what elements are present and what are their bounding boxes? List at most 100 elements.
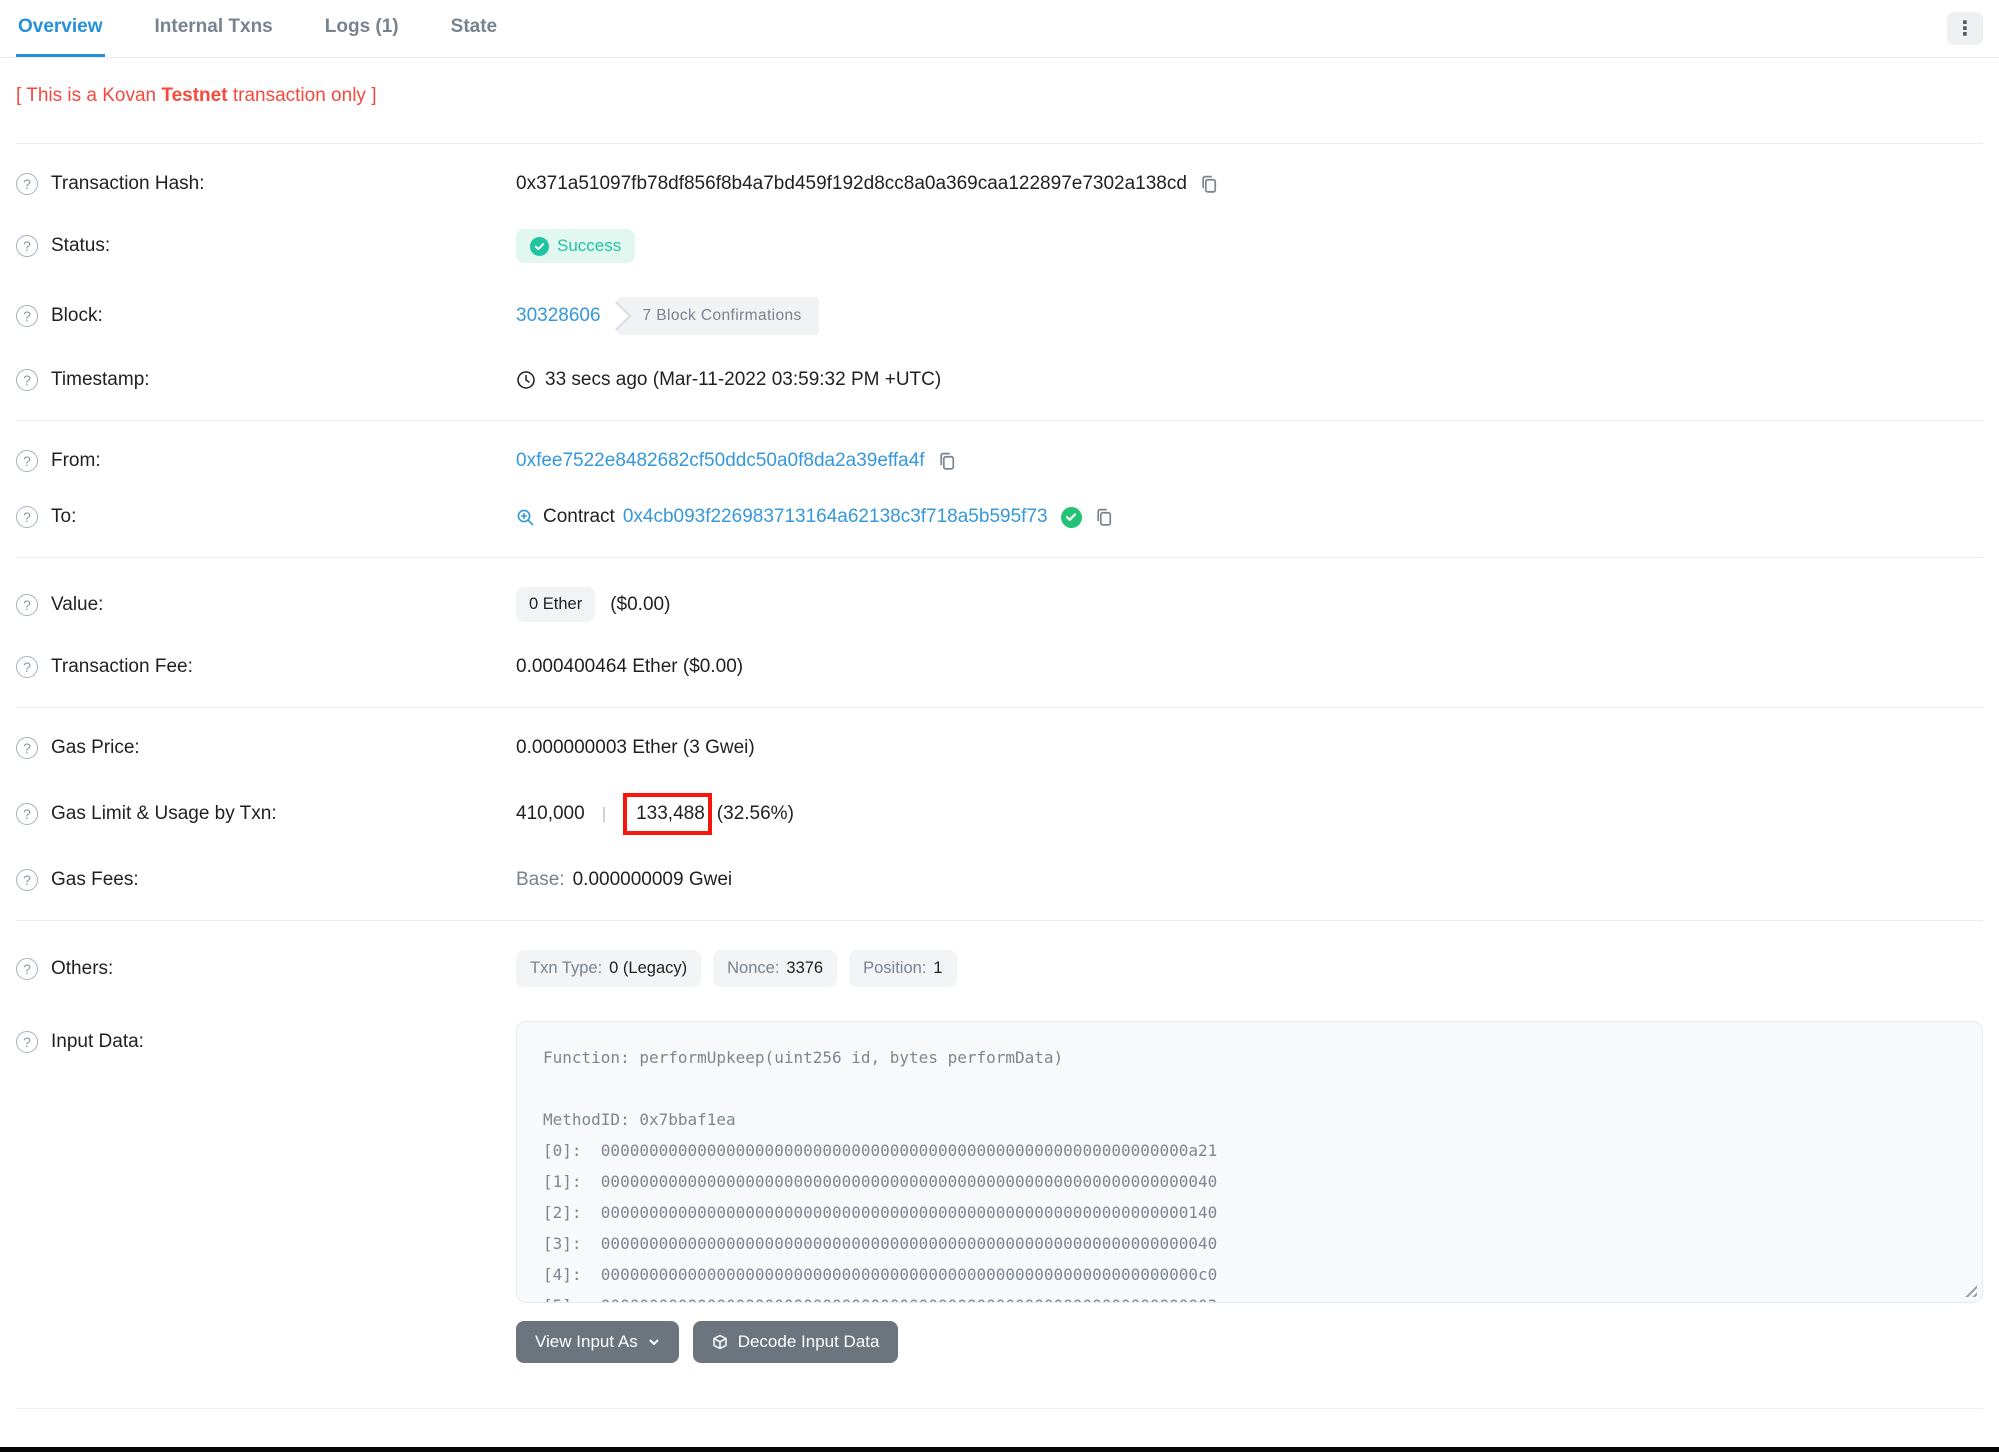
tab-overview[interactable]: Overview (16, 0, 105, 57)
input-data-buttons: View Input As Decode Input Data (516, 1321, 1983, 1363)
resize-handle[interactable] (1962, 1282, 1977, 1297)
notice-suffix: transaction only ] (227, 85, 377, 106)
to-label: To: (51, 506, 77, 527)
value-label: Value: (51, 593, 104, 615)
row-input-data: ? Input Data: Function: performUpkeep(ui… (16, 1004, 1983, 1380)
timestamp-value: 33 secs ago (Mar-11-2022 03:59:32 PM +UT… (545, 369, 942, 390)
row-label: ? Gas Price: (16, 737, 516, 759)
help-icon[interactable]: ? (16, 173, 38, 195)
value-usd: ($0.00) (610, 593, 671, 615)
help-icon[interactable]: ? (16, 803, 38, 825)
position-value: 1 (933, 959, 943, 977)
help-icon[interactable]: ? (16, 957, 38, 980)
help-icon[interactable]: ? (16, 450, 38, 472)
view-input-as-button[interactable]: View Input As (516, 1321, 679, 1363)
row-label: ? Gas Limit & Usage by Txn: (16, 803, 516, 825)
transaction-hash-label: Transaction Hash: (51, 173, 205, 194)
tab-bar: Overview Internal Txns Logs (1) State ⋮ (0, 0, 1999, 58)
row-label: ? Gas Fees: (16, 869, 516, 891)
clock-icon (516, 370, 536, 390)
tab-internal-txns[interactable]: Internal Txns (153, 0, 275, 57)
block-label: Block: (51, 305, 103, 326)
section-others-input: ? Others: Txn Type: 0 (Legacy) Nonce: 33… (16, 920, 1983, 1409)
transaction-fee-label: Transaction Fee: (51, 656, 193, 677)
block-confirmations-badge: 7 Block Confirmations (616, 297, 819, 335)
transaction-hash-value: 0x371a51097fb78df856f8b4a7bd459f192d8cc8… (516, 173, 1187, 194)
copy-icon[interactable] (937, 451, 958, 472)
help-icon[interactable]: ? (16, 506, 38, 528)
row-label: ? Block: (16, 305, 516, 327)
nonce-value: 3376 (786, 959, 824, 977)
from-address-link[interactable]: 0xfee7522e8482682cf50ddc50a0f8da2a39effa… (516, 450, 925, 472)
row-label: ? To: (16, 506, 516, 528)
verified-check-icon (1060, 506, 1082, 528)
section-value: ? Value: 0 Ether ($0.00) ? Transaction F… (16, 557, 1983, 707)
gas-limit-usage-label: Gas Limit & Usage by Txn: (51, 803, 277, 824)
more-options-button[interactable]: ⋮ (1947, 12, 1983, 45)
to-address-link[interactable]: 0x4cb093f226983713164a62138c3f718a5b595f… (623, 506, 1048, 528)
value-badge: 0 Ether (516, 587, 596, 622)
testnet-notice: [ This is a Kovan Testnet transaction on… (16, 85, 1983, 107)
decode-input-data-button[interactable]: Decode Input Data (692, 1321, 899, 1363)
row-label: ? Status: (16, 235, 516, 257)
decode-input-data-label: Decode Input Data (737, 1332, 880, 1351)
input-data-text: Function: performUpkeep(uint256 id, byte… (543, 1048, 1218, 1302)
row-value: ? Value: 0 Ether ($0.00) (16, 570, 1983, 639)
help-icon[interactable]: ? (16, 869, 38, 891)
nonce-name: Nonce: (727, 959, 780, 977)
position-badge: Position: 1 (849, 950, 957, 987)
section-addresses: ? From: 0xfee7522e8482682cf50ddc50a0f8da… (16, 420, 1983, 557)
window-bottom-edge (0, 1447, 1999, 1452)
zoom-in-icon[interactable] (516, 508, 535, 527)
txn-type-badge: Txn Type: 0 (Legacy) (516, 950, 702, 987)
copy-icon[interactable] (1199, 174, 1220, 195)
chevron-down-icon (648, 1336, 660, 1348)
block-number-link[interactable]: 30328606 (516, 305, 601, 327)
row-label: ? Input Data: (16, 1021, 516, 1053)
input-data-label: Input Data: (51, 1031, 144, 1052)
row-label: ? Transaction Hash: (16, 173, 516, 195)
row-status: ? Status: Success (16, 212, 1983, 280)
row-label: ? From: (16, 450, 516, 472)
cube-icon (712, 1334, 728, 1350)
to-contract-prefix: Contract (543, 506, 615, 527)
copy-icon[interactable] (1094, 507, 1115, 528)
help-icon[interactable]: ? (16, 1031, 38, 1053)
help-icon[interactable]: ? (16, 737, 38, 759)
tab-state[interactable]: State (449, 0, 499, 57)
help-icon[interactable]: ? (16, 656, 38, 678)
tab-label: State (450, 16, 498, 37)
nonce-badge: Nonce: 3376 (713, 950, 838, 987)
gas-used-percent: (32.56%) (716, 803, 794, 824)
status-badge: Success (516, 229, 636, 263)
gas-used-value: 133,488 (636, 803, 705, 824)
row-others: ? Others: Txn Type: 0 (Legacy) Nonce: 33… (16, 933, 1983, 1004)
help-icon[interactable]: ? (16, 369, 38, 391)
txn-type-name: Txn Type: (530, 959, 603, 977)
help-icon[interactable]: ? (16, 305, 38, 327)
row-label: ? Others: (16, 957, 516, 980)
others-label: Others: (51, 957, 114, 979)
from-label: From: (51, 450, 101, 471)
row-transaction-fee: ? Transaction Fee: 0.000400464 Ether ($0… (16, 639, 1983, 695)
help-icon[interactable]: ? (16, 593, 38, 616)
tab-logs[interactable]: Logs (1) (323, 0, 401, 57)
view-input-as-label: View Input As (535, 1332, 638, 1351)
input-data-textarea[interactable]: Function: performUpkeep(uint256 id, byte… (516, 1021, 1983, 1303)
row-label: ? Value: (16, 593, 516, 616)
status-value: Success (557, 236, 622, 255)
txn-type-value: 0 (Legacy) (609, 959, 688, 977)
gas-price-label: Gas Price: (51, 737, 140, 758)
row-block: ? Block: 30328606 7 Block Confirmations (16, 280, 1983, 352)
section-transaction-summary: ? Transaction Hash: 0x371a51097fb78df856… (16, 143, 1983, 420)
timestamp-label: Timestamp: (51, 369, 150, 390)
section-gas: ? Gas Price: 0.000000003 Ether (3 Gwei) … (16, 707, 1983, 920)
row-label: ? Transaction Fee: (16, 656, 516, 678)
tab-label: Logs (1) (324, 16, 399, 37)
help-icon[interactable]: ? (16, 235, 38, 257)
gas-price-value: 0.000000003 Ether (3 Gwei) (516, 737, 755, 758)
notice-bold: Testnet (161, 85, 228, 106)
gas-fees-label: Gas Fees: (51, 869, 139, 890)
kebab-icon: ⋮ (1955, 17, 1975, 40)
tab-label: Overview (18, 16, 103, 37)
